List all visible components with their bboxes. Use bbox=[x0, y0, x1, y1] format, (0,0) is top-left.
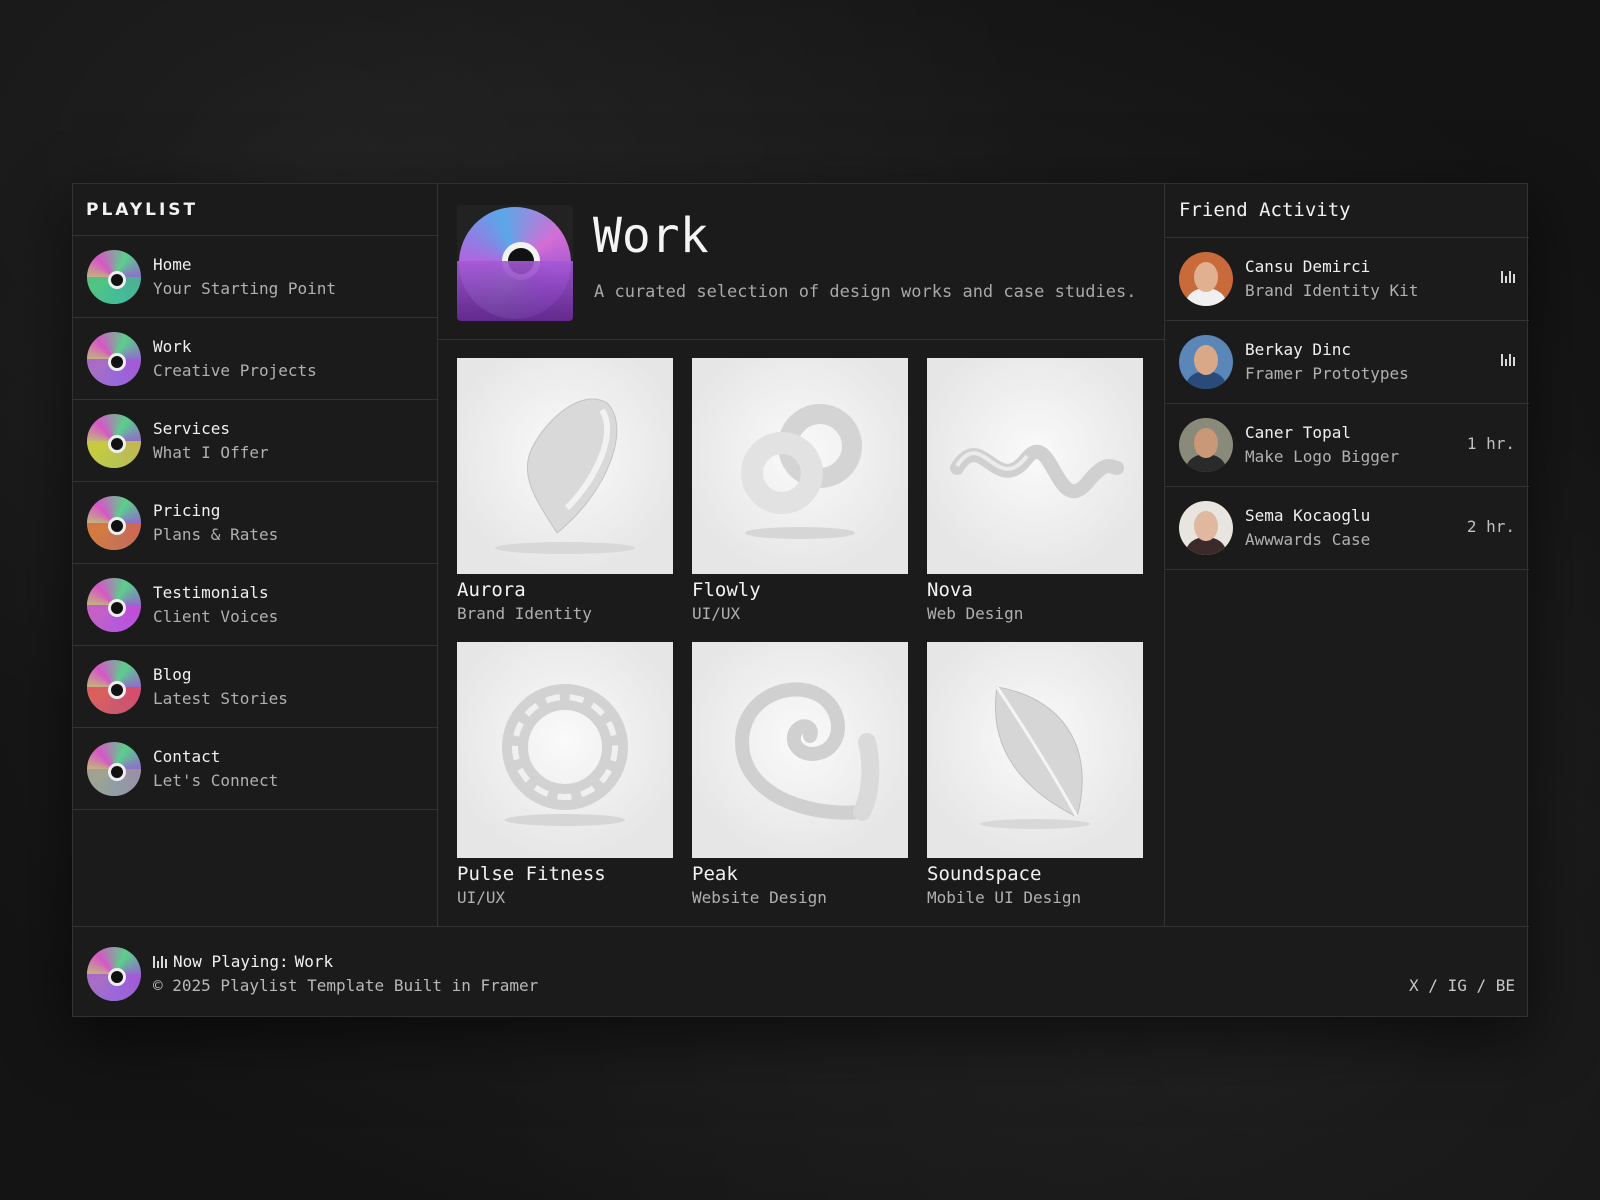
nav-title: Contact bbox=[153, 746, 221, 766]
project-category: Brand Identity bbox=[457, 604, 592, 623]
project-thumbnail bbox=[927, 642, 1143, 858]
avatar bbox=[1179, 501, 1233, 555]
nav-subtitle: What I Offer bbox=[153, 442, 269, 462]
nav-subtitle: Your Starting Point bbox=[153, 278, 337, 298]
page-subtitle: A curated selection of design works and … bbox=[594, 282, 1137, 302]
project-thumbnail bbox=[457, 642, 673, 858]
page-header: Work A curated selection of design works… bbox=[438, 184, 1164, 340]
avatar bbox=[1179, 335, 1233, 389]
playing-icon bbox=[1501, 268, 1515, 287]
disc-icon bbox=[87, 741, 141, 796]
nav-item-home[interactable]: Home Your Starting Point bbox=[73, 236, 437, 318]
footer-player: Now Playing: Work © 2025 Playlist Templa… bbox=[73, 926, 1529, 1018]
friend-track: Make Logo Bigger bbox=[1245, 447, 1400, 466]
disc-icon bbox=[87, 413, 141, 468]
project-card-aurora[interactable]: Aurora Brand Identity bbox=[457, 358, 673, 626]
project-card-nova[interactable]: Nova Web Design bbox=[927, 358, 1143, 626]
nav-subtitle: Let's Connect bbox=[153, 770, 279, 790]
nav-subtitle: Creative Projects bbox=[153, 360, 317, 380]
now-playing-label: Now Playing: bbox=[173, 952, 289, 971]
friend-name: Sema Kocaoglu bbox=[1245, 506, 1371, 525]
project-title: Nova bbox=[927, 579, 973, 601]
friend-name: Berkay Dinc bbox=[1245, 340, 1351, 359]
project-thumbnail bbox=[457, 358, 673, 574]
nav-title: Work bbox=[153, 336, 192, 356]
friend-item[interactable]: Sema Kocaoglu Awwwards Case 2 hr. bbox=[1165, 487, 1529, 570]
disc-icon bbox=[87, 577, 141, 632]
project-category: Mobile UI Design bbox=[927, 888, 1082, 907]
friend-track: Brand Identity Kit bbox=[1245, 281, 1419, 300]
project-card-peak[interactable]: Peak Website Design bbox=[692, 642, 908, 910]
friend-item[interactable]: Cansu Demirci Brand Identity Kit bbox=[1165, 238, 1529, 321]
now-playing-disc-icon bbox=[87, 947, 141, 1001]
friend-track: Framer Prototypes bbox=[1245, 364, 1409, 383]
nav-item-contact[interactable]: Contact Let's Connect bbox=[73, 728, 437, 810]
now-playing: Now Playing: Work bbox=[153, 952, 333, 971]
activity-time: 2 hr. bbox=[1466, 517, 1515, 536]
project-card-flowly[interactable]: Flowly UI/UX bbox=[692, 358, 908, 626]
disc-icon bbox=[87, 659, 141, 714]
project-card-soundspace[interactable]: Soundspace Mobile UI Design bbox=[927, 642, 1143, 910]
nav-subtitle: Plans & Rates bbox=[153, 524, 279, 544]
project-category: Web Design bbox=[927, 604, 1024, 623]
playing-icon bbox=[1501, 351, 1515, 370]
project-title: Peak bbox=[692, 863, 738, 885]
friend-item[interactable]: Berkay Dinc Framer Prototypes bbox=[1165, 321, 1529, 404]
disc-icon bbox=[87, 495, 141, 550]
social-links[interactable]: X / IG / BE bbox=[1409, 976, 1515, 995]
brand-logo: PLAYLIST bbox=[73, 184, 437, 236]
equalizer-icon bbox=[153, 955, 167, 968]
sidebar: PLAYLIST Home Your Starting Point Work C… bbox=[73, 184, 438, 926]
project-title: Aurora bbox=[457, 579, 526, 601]
nav-item-blog[interactable]: Blog Latest Stories bbox=[73, 646, 437, 728]
nav-item-pricing[interactable]: Pricing Plans & Rates bbox=[73, 482, 437, 564]
project-thumbnail bbox=[692, 642, 908, 858]
project-title: Soundspace bbox=[927, 863, 1042, 885]
main-content: Work A curated selection of design works… bbox=[438, 184, 1165, 926]
nav-title: Blog bbox=[153, 664, 192, 684]
nav-item-testimonials[interactable]: Testimonials Client Voices bbox=[73, 564, 437, 646]
friend-activity-heading: Friend Activity bbox=[1165, 184, 1529, 238]
friend-activity-panel: Friend Activity Cansu Demirci Brand Iden… bbox=[1165, 184, 1529, 926]
project-card-pulse-fitness[interactable]: Pulse Fitness UI/UX bbox=[457, 642, 673, 910]
project-thumbnail bbox=[692, 358, 908, 574]
nav-subtitle: Latest Stories bbox=[153, 688, 288, 708]
copyright: © 2025 Playlist Template Built in Framer bbox=[153, 976, 539, 995]
activity-time: 1 hr. bbox=[1466, 434, 1515, 453]
project-category: Website Design bbox=[692, 888, 827, 907]
avatar bbox=[1179, 252, 1233, 306]
nav-title: Services bbox=[153, 418, 231, 438]
now-playing-value: Work bbox=[294, 952, 334, 971]
friend-track: Awwwards Case bbox=[1245, 530, 1371, 549]
friend-name: Caner Topal bbox=[1245, 423, 1351, 442]
page-title: Work bbox=[593, 208, 709, 264]
avatar bbox=[1179, 418, 1233, 472]
nav-item-work[interactable]: Work Creative Projects bbox=[73, 318, 437, 400]
nav-title: Home bbox=[153, 254, 192, 274]
project-title: Flowly bbox=[692, 579, 761, 601]
album-cover-icon bbox=[457, 205, 573, 321]
friend-item[interactable]: Caner Topal Make Logo Bigger 1 hr. bbox=[1165, 404, 1529, 487]
nav-subtitle: Client Voices bbox=[153, 606, 279, 626]
nav-title: Testimonials bbox=[153, 582, 269, 602]
app-window: PLAYLIST Home Your Starting Point Work C… bbox=[72, 183, 1529, 1018]
project-category: UI/UX bbox=[457, 888, 506, 907]
nav-item-services[interactable]: Services What I Offer bbox=[73, 400, 437, 482]
project-title: Pulse Fitness bbox=[457, 863, 606, 885]
project-category: UI/UX bbox=[692, 604, 741, 623]
disc-icon bbox=[87, 249, 141, 304]
project-thumbnail bbox=[927, 358, 1143, 574]
friend-name: Cansu Demirci bbox=[1245, 257, 1371, 276]
disc-icon bbox=[87, 331, 141, 386]
nav-title: Pricing bbox=[153, 500, 221, 520]
